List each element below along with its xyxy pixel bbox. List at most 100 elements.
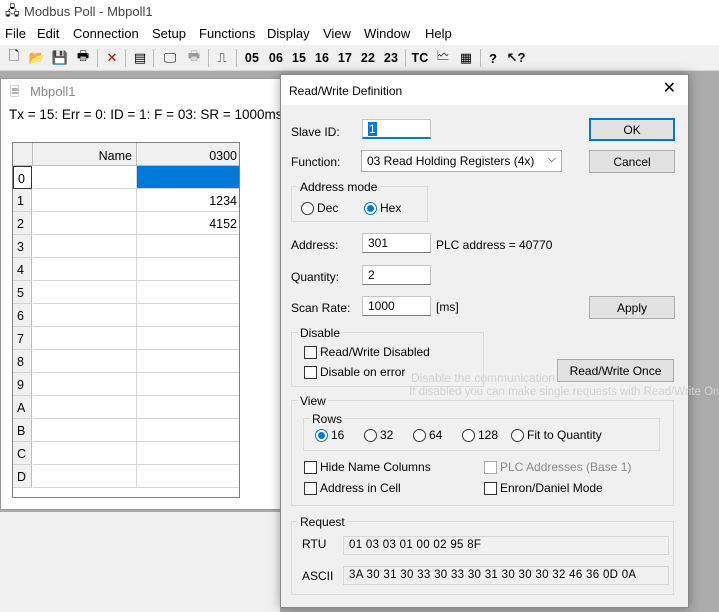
name-cell[interactable] — [33, 442, 137, 465]
name-cell[interactable] — [33, 327, 137, 350]
slave-id-input[interactable]: 1 — [362, 119, 431, 139]
rtu-label: RTU — [302, 537, 327, 551]
print-icon[interactable]: 🖶 — [74, 48, 92, 68]
close-icon[interactable]: ✕ — [663, 81, 676, 97]
value-cell[interactable] — [137, 258, 239, 281]
name-cell[interactable] — [33, 304, 137, 327]
hide-name-columns-checkbox[interactable]: Hide Name Columns — [304, 460, 431, 474]
row-header[interactable]: 4 — [13, 258, 32, 281]
pulse-icon[interactable]: ⎍ — [213, 48, 231, 68]
row-header[interactable]: D — [13, 465, 32, 488]
address-mode-hex-radio[interactable]: Hex — [364, 201, 401, 215]
rows-16-radio[interactable]: 16 — [315, 428, 344, 442]
plc-addresses-checkbox[interactable]: PLC Addresses (Base 1) — [484, 460, 631, 474]
cancel-button[interactable]: Cancel — [589, 150, 675, 173]
address-input[interactable]: 301 — [362, 233, 431, 253]
enron-daniel-mode-checkbox[interactable]: Enron/Daniel Mode — [484, 481, 603, 495]
context-help-icon[interactable]: ↖? — [507, 48, 526, 68]
value-cell[interactable]: 1234 — [137, 189, 239, 212]
value-cell[interactable] — [137, 396, 239, 419]
name-cell[interactable] — [33, 396, 137, 419]
menu-display[interactable]: Display — [267, 26, 310, 41]
rows-fit-to-quantity-radio[interactable]: Fit to Quantity — [511, 428, 602, 442]
read-write-disabled-checkbox[interactable]: Read/Write Disabled — [304, 345, 430, 359]
function-select[interactable]: 03 Read Holding Registers (4x) ⌵ — [361, 150, 562, 172]
value-cell[interactable] — [137, 465, 239, 488]
rtu-frame-field[interactable]: 01 03 03 01 00 02 95 8F — [343, 536, 669, 555]
menu-help[interactable]: Help — [425, 26, 452, 41]
fn-22-button[interactable]: 22 — [358, 48, 378, 68]
fn-16-button[interactable]: 16 — [312, 48, 332, 68]
ok-button[interactable]: OK — [589, 118, 675, 141]
row-header[interactable]: 3 — [13, 235, 32, 258]
value-cell[interactable] — [137, 442, 239, 465]
menu-connection[interactable]: Connection — [73, 26, 139, 41]
row-header[interactable]: 9 — [13, 373, 32, 396]
menu-edit[interactable]: Edit — [37, 26, 59, 41]
row-header[interactable]: 8 — [13, 350, 32, 373]
monitor-icon[interactable]: 🖵 — [161, 48, 179, 68]
menu-functions[interactable]: Functions — [199, 26, 255, 41]
value-cell[interactable] — [137, 235, 239, 258]
address-mode-dec-radio[interactable]: Dec — [301, 201, 338, 215]
chart-icon[interactable]: 🗠 — [434, 48, 452, 68]
apply-button[interactable]: Apply — [589, 296, 675, 319]
value-cell[interactable] — [137, 304, 239, 327]
fn-06-button[interactable]: 06 — [266, 48, 286, 68]
help-icon[interactable]: ? — [485, 48, 501, 68]
row-header[interactable]: 6 — [13, 304, 32, 327]
row-header[interactable]: 0 — [13, 166, 32, 189]
value-column-header[interactable]: 0300 — [137, 143, 239, 166]
fn-15-button[interactable]: 15 — [289, 48, 309, 68]
read-write-once-button[interactable]: Read/Write Once — [557, 359, 674, 382]
value-cell[interactable] — [137, 419, 239, 442]
save-icon[interactable]: 💾 — [51, 48, 69, 68]
row-header[interactable]: 7 — [13, 327, 32, 350]
row-header[interactable]: 2 — [13, 212, 32, 235]
scan-rate-input[interactable]: 1000 — [362, 296, 431, 316]
row-header[interactable]: C — [13, 442, 32, 465]
value-cell[interactable] — [137, 281, 239, 304]
menu-file[interactable]: File — [5, 26, 26, 41]
address-in-cell-checkbox[interactable]: Address in Cell — [304, 481, 401, 495]
rows-32-radio[interactable]: 32 — [364, 428, 393, 442]
grid-view-icon[interactable]: ▦ — [457, 48, 475, 68]
rows-128-radio[interactable]: 128 — [462, 428, 498, 442]
name-cell[interactable] — [33, 189, 137, 212]
ascii-frame-field[interactable]: 3A 30 31 30 33 30 33 30 31 30 30 30 32 4… — [343, 566, 669, 585]
fn-05-button[interactable]: 05 — [242, 48, 262, 68]
name-cell[interactable] — [33, 235, 137, 258]
name-cell[interactable] — [33, 166, 137, 189]
fn-17-button[interactable]: 17 — [335, 48, 355, 68]
row-header[interactable]: B — [13, 419, 32, 442]
value-cell[interactable] — [137, 373, 239, 396]
name-cell[interactable] — [33, 350, 137, 373]
name-cell[interactable] — [33, 373, 137, 396]
new-file-icon[interactable]: 🗋 — [5, 48, 23, 68]
name-cell[interactable] — [33, 465, 137, 488]
row-header[interactable]: 1 — [13, 189, 32, 212]
quantity-input[interactable]: 2 — [362, 265, 431, 285]
value-cell[interactable]: 4152 — [137, 212, 239, 235]
name-cell[interactable] — [33, 419, 137, 442]
menu-setup[interactable]: Setup — [152, 26, 186, 41]
open-folder-icon[interactable]: 📂 — [28, 48, 46, 68]
name-cell[interactable] — [33, 258, 137, 281]
name-cell[interactable] — [33, 281, 137, 304]
rows-64-radio[interactable]: 64 — [413, 428, 442, 442]
value-cell[interactable] — [137, 350, 239, 373]
row-header[interactable]: A — [13, 396, 32, 419]
name-column-header[interactable]: Name — [33, 143, 137, 166]
traffic-tc-button[interactable]: TC — [410, 48, 430, 68]
printer-disabled-icon[interactable]: 🖶 — [185, 48, 203, 68]
name-cell[interactable] — [33, 212, 137, 235]
row-header[interactable]: 5 — [13, 281, 32, 304]
value-cell[interactable] — [137, 166, 239, 189]
menu-window[interactable]: Window — [364, 26, 410, 41]
disable-on-error-checkbox[interactable]: Disable on error — [304, 365, 405, 379]
value-cell[interactable] — [137, 327, 239, 350]
window-icon[interactable]: ▤ — [131, 48, 149, 68]
menu-view[interactable]: View — [323, 26, 351, 41]
fn-23-button[interactable]: 23 — [381, 48, 401, 68]
delete-x-icon[interactable]: ✕ — [103, 48, 121, 68]
